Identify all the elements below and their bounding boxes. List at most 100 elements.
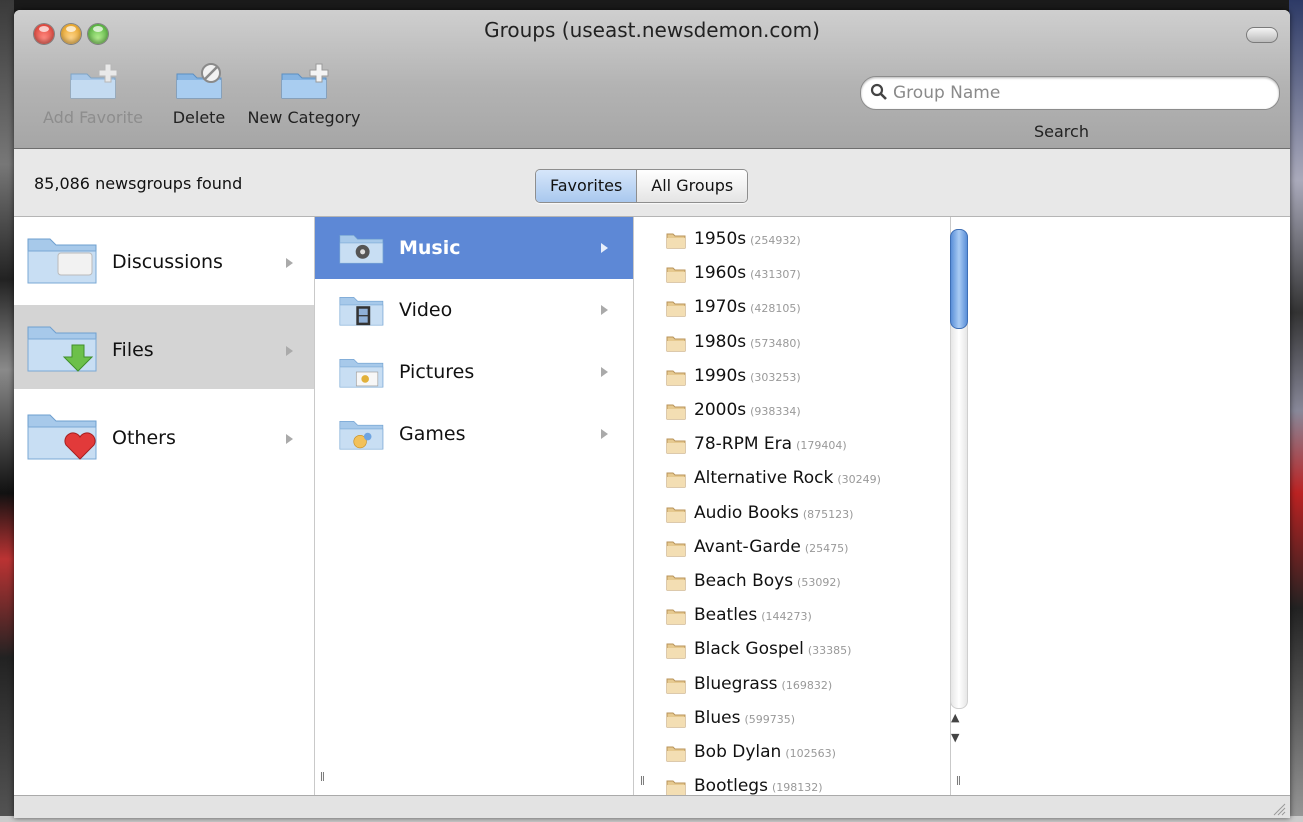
group-article-count: (254932) — [750, 234, 801, 247]
group-article-count: (573480) — [750, 336, 801, 350]
desktop-background-left — [0, 0, 14, 822]
column-resize-handle[interactable]: ǁ — [320, 771, 325, 782]
group-article-count: (33385) — [807, 644, 852, 658]
search-field[interactable] — [860, 76, 1280, 110]
group-title: Beatles — [694, 605, 758, 626]
chevron-right-icon — [601, 305, 608, 315]
category-icon-wrap — [24, 317, 102, 381]
scrollbar-thumb[interactable] — [950, 229, 968, 329]
group-article-count: (599735) — [744, 712, 796, 726]
group-title: 1990s — [694, 365, 747, 386]
group-name: 1960s (431307) — [694, 263, 801, 283]
subcategory-label: Games — [399, 423, 466, 445]
group-title: Beach Boys — [694, 571, 794, 591]
group-article-count: (428105) — [750, 302, 801, 316]
search-input[interactable] — [891, 80, 1265, 106]
group-title: Alternative Rock — [694, 468, 834, 489]
group-title: Black Gospel — [694, 639, 804, 660]
group-folder-icon — [666, 643, 686, 659]
subcategory-item-music[interactable]: Music — [315, 217, 633, 279]
group-folder-icon — [666, 404, 686, 420]
files-folder-icon — [27, 326, 97, 372]
status-bar: 85,086 newsgroups found Favorites All Gr… — [14, 149, 1290, 217]
music-folder-icon — [339, 235, 384, 264]
group-title: Blues — [694, 707, 741, 728]
category-item-discussions[interactable]: Discussions — [14, 217, 314, 301]
group-list-scrollbar[interactable]: ▲ ▼ — [948, 217, 970, 795]
chevron-right-icon — [286, 258, 293, 268]
scroll-up-arrow-icon[interactable]: ▲ — [951, 711, 959, 724]
add-favorite-button[interactable]: Add Favorite — [34, 62, 152, 127]
search-label: Search — [1034, 122, 1089, 141]
group-folder-icon — [666, 507, 686, 523]
desktop-background-right — [1289, 0, 1303, 822]
column-resize-handle[interactable]: ǁ — [640, 775, 645, 786]
group-name: 1950s (254932) — [694, 229, 801, 249]
group-article-count: (144273) — [761, 610, 812, 624]
group-column: 1950s (254932) 1960s (431307) 1970s (428105) 1… — [634, 217, 951, 796]
column-resize-handle[interactable]: ǁ — [956, 775, 961, 786]
subcategory-icon-wrap — [337, 229, 387, 271]
category-item-files[interactable]: Files — [14, 305, 314, 389]
chevron-right-icon — [286, 434, 293, 444]
games-folder-icon — [339, 421, 384, 450]
subcategory-label: Music — [399, 237, 461, 259]
group-name: Audio Books (875123) — [694, 503, 853, 523]
scroll-down-arrow-icon[interactable]: ▼ — [951, 731, 959, 744]
new-category-button[interactable]: New Category — [244, 62, 364, 127]
group-title: 1950s — [694, 229, 747, 249]
group-article-count: (431307) — [750, 268, 801, 282]
group-folder-icon — [666, 678, 686, 694]
group-name: Bob Dylan (102563) — [694, 742, 836, 762]
subcategory-icon-wrap — [337, 415, 387, 457]
chevron-right-icon — [601, 429, 608, 439]
toolbar-toggle-button[interactable] — [1246, 27, 1278, 43]
subcategory-column: Music Video Pictures Games — [315, 217, 634, 795]
toolbar: Groups (useast.newsdemon.com) Add Favori… — [14, 10, 1290, 149]
delete-button[interactable]: Delete — [154, 62, 244, 127]
group-name: Avant-Garde (25475) — [694, 537, 848, 557]
others-folder-icon — [27, 414, 97, 460]
group-name: Blues (599735) — [694, 708, 795, 728]
video-folder-icon — [339, 297, 384, 326]
chevron-right-icon — [601, 243, 608, 253]
subcategory-item-pictures[interactable]: Pictures — [315, 341, 633, 403]
group-title: Audio Books — [694, 502, 799, 523]
group-folder-icon — [666, 472, 686, 488]
category-label: Files — [112, 339, 154, 361]
group-folder-icon — [666, 746, 686, 762]
group-article-count: (30249) — [837, 473, 881, 487]
group-article-count: (875123) — [802, 507, 854, 521]
column-browser: Discussions Files Others Music Video Picture… — [14, 217, 1290, 796]
subcategory-label: Pictures — [399, 361, 475, 383]
group-article-count: (179404) — [796, 439, 847, 453]
all-groups-tab[interactable]: All Groups — [637, 170, 748, 202]
newsgroups-found-count: 85,086 newsgroups found — [34, 174, 243, 193]
pictures-folder-icon — [339, 359, 384, 388]
category-item-others[interactable]: Others — [14, 393, 314, 477]
group-folder-icon — [666, 233, 686, 249]
search-icon — [870, 83, 887, 100]
group-article-count: (938334) — [750, 405, 801, 418]
add-favorite-icon — [70, 63, 118, 99]
subcategory-item-games[interactable]: Games — [315, 403, 633, 465]
favorites-tab[interactable]: Favorites — [536, 170, 638, 202]
chevron-right-icon — [601, 367, 608, 377]
group-article-count: (53092) — [797, 576, 841, 589]
group-name: Alternative Rock (30249) — [694, 468, 881, 488]
group-name: Beach Boys (53092) — [694, 571, 841, 591]
window-title: Groups (useast.newsdemon.com) — [484, 18, 820, 42]
category-column: Discussions Files Others — [14, 217, 315, 795]
group-folder-icon — [666, 267, 686, 283]
group-article-count: (169832) — [781, 678, 833, 692]
group-article-count: (303253) — [750, 370, 801, 384]
subcategory-icon-wrap — [337, 353, 387, 395]
subcategory-item-video[interactable]: Video — [315, 279, 633, 341]
group-article-count: (198132) — [771, 781, 823, 795]
resize-grip-icon[interactable] — [1272, 802, 1286, 816]
bottom-bar — [14, 795, 1290, 818]
discussions-folder-icon — [27, 238, 97, 284]
group-name: Bootlegs (198132) — [694, 776, 823, 796]
category-icon-wrap — [24, 405, 102, 469]
category-label: Others — [112, 427, 176, 449]
